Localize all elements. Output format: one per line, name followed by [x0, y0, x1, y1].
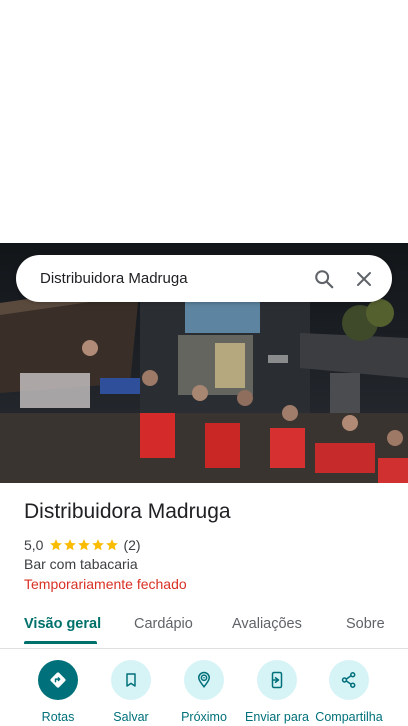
share-button[interactable]: Compartilha: [313, 660, 385, 724]
share-label: Compartilha: [315, 710, 383, 724]
save-label: Salvar: [113, 710, 149, 724]
star-icon: [92, 539, 105, 551]
share-icon[interactable]: [329, 660, 369, 700]
place-status: Temporariamente fechado: [24, 576, 187, 592]
send-to-phone-button[interactable]: Enviar para: [241, 660, 313, 724]
tab-avaliacoes[interactable]: Avaliações: [232, 604, 302, 648]
directions-icon[interactable]: [38, 660, 78, 700]
review-count: (2): [123, 537, 141, 553]
nearby-button[interactable]: Próximo: [168, 660, 240, 724]
search-query[interactable]: Distribuidora Madruga: [40, 270, 304, 287]
send-to-phone-label: Enviar para: [245, 710, 309, 724]
place-title: Distribuidora Madruga: [24, 500, 231, 523]
nearby-icon[interactable]: [184, 660, 224, 700]
search-icon[interactable]: [304, 259, 344, 299]
map-blank-area: [0, 0, 408, 243]
rating-stars: [49, 538, 119, 552]
place-category: Bar com tabacaria: [24, 556, 138, 572]
close-icon[interactable]: [344, 259, 384, 299]
tab-sobre[interactable]: Sobre: [346, 604, 385, 648]
save-button[interactable]: Salvar: [95, 660, 167, 724]
search-bar[interactable]: Distribuidora Madruga: [16, 255, 392, 302]
directions-label: Rotas: [41, 710, 75, 724]
star-icon: [78, 539, 91, 551]
send-to-phone-icon[interactable]: [257, 660, 297, 700]
nearby-label: Próximo: [181, 710, 227, 724]
tab-cardapio[interactable]: Cardápio: [134, 604, 193, 648]
star-icon: [64, 539, 77, 551]
rating-row[interactable]: 5,0 (2): [24, 535, 141, 555]
active-tab-indicator: [24, 641, 97, 644]
star-icon: [50, 539, 63, 551]
directions-button[interactable]: Rotas: [22, 660, 94, 724]
rating-value: 5,0: [24, 537, 44, 553]
bookmark-icon[interactable]: [111, 660, 151, 700]
star-icon: [106, 539, 119, 551]
